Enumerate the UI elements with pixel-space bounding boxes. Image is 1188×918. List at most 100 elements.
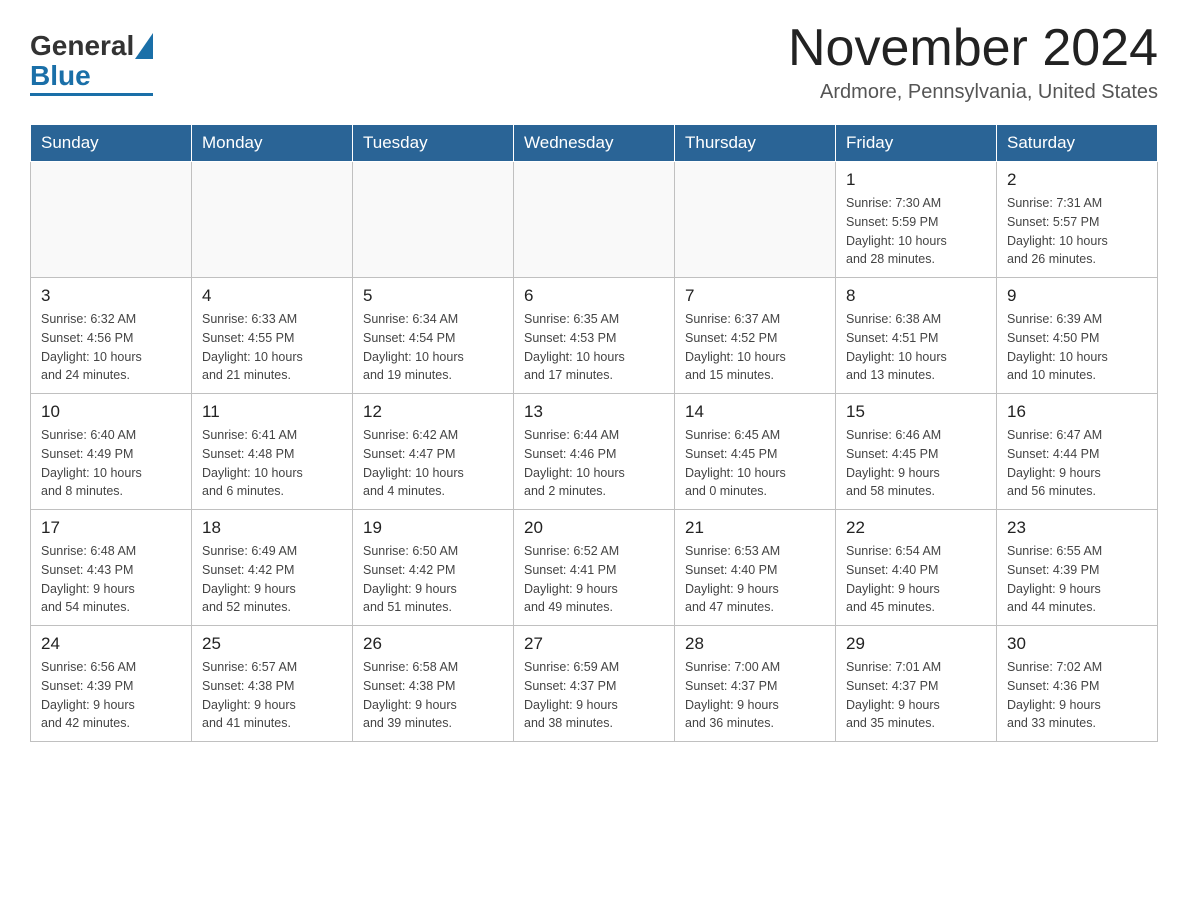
month-title: November 2024 [788,20,1158,77]
day-number: 22 [846,518,986,538]
day-number: 24 [41,634,181,654]
calendar-week-row: 3 Sunrise: 6:32 AM Sunset: 4:56 PM Daylig… [31,278,1158,394]
day-info: Sunrise: 6:39 AM Sunset: 4:50 PM Dayligh… [1007,310,1147,385]
calendar-cell: 29Sunrise: 7:01 AM Sunset: 4:37 PM Dayli… [836,626,997,742]
weekday-header-row: SundayMondayTuesdayWednesdayThursdayFrid… [31,125,1158,162]
calendar-cell: 14 Sunrise: 6:45 AM Sunset: 4:45 PM Dayli… [675,394,836,510]
day-number: 4 [202,286,342,306]
day-info: Sunrise: 6:59 AM Sunset: 4:37 PM Dayligh… [524,658,664,733]
day-info: Sunrise: 6:54 AM Sunset: 4:40 PM Dayligh… [846,542,986,617]
logo-general-text: General [30,30,134,62]
day-number: 11 [202,402,342,422]
weekday-header-tuesday: Tuesday [353,125,514,162]
day-number: 14 [685,402,825,422]
day-info: Sunrise: 6:41 AM Sunset: 4:48 PM Dayligh… [202,426,342,501]
calendar-cell: 4 Sunrise: 6:33 AM Sunset: 4:55 PM Daylig… [192,278,353,394]
calendar-cell: 22 Sunrise: 6:54 AM Sunset: 4:40 PM Dayli… [836,510,997,626]
calendar-cell: 1 Sunrise: 7:30 AM Sunset: 5:59 PM Daylig… [836,162,997,278]
day-number: 25 [202,634,342,654]
calendar-cell: 18 Sunrise: 6:49 AM Sunset: 4:42 PM Dayli… [192,510,353,626]
day-number: 23 [1007,518,1147,538]
calendar-cell [675,162,836,278]
day-number: 18 [202,518,342,538]
day-number: 7 [685,286,825,306]
day-number: 17 [41,518,181,538]
day-info: Sunrise: 6:49 AM Sunset: 4:42 PM Dayligh… [202,542,342,617]
day-info: Sunrise: 6:50 AM Sunset: 4:42 PM Dayligh… [363,542,503,617]
calendar-week-row: 10 Sunrise: 6:40 AM Sunset: 4:49 PM Dayli… [31,394,1158,510]
day-number: 15 [846,402,986,422]
calendar-cell: 25 Sunrise: 6:57 AM Sunset: 4:38 PM Dayli… [192,626,353,742]
day-info: Sunrise: 6:33 AM Sunset: 4:55 PM Dayligh… [202,310,342,385]
calendar-cell: 28 Sunrise: 7:00 AM Sunset: 4:37 PM Dayli… [675,626,836,742]
page-header: General Blue November 2024 Ardmore, Penn… [30,20,1158,104]
day-number: 2 [1007,170,1147,190]
day-number: 28 [685,634,825,654]
calendar-week-row: 1 Sunrise: 7:30 AM Sunset: 5:59 PM Daylig… [31,162,1158,278]
calendar-cell: 10 Sunrise: 6:40 AM Sunset: 4:49 PM Dayli… [31,394,192,510]
calendar-cell [192,162,353,278]
weekday-header-wednesday: Wednesday [514,125,675,162]
calendar-cell: 19 Sunrise: 6:50 AM Sunset: 4:42 PM Dayli… [353,510,514,626]
calendar-cell [514,162,675,278]
day-info: Sunrise: 6:47 AM Sunset: 4:44 PM Dayligh… [1007,426,1147,501]
day-info: Sunrise: 6:58 AM Sunset: 4:38 PM Dayligh… [363,658,503,733]
day-info: Sunrise: 6:56 AM Sunset: 4:39 PM Dayligh… [41,658,181,733]
day-number: 6 [524,286,664,306]
calendar-cell: 17 Sunrise: 6:48 AM Sunset: 4:43 PM Dayli… [31,510,192,626]
weekday-header-sunday: Sunday [31,125,192,162]
calendar-cell: 11 Sunrise: 6:41 AM Sunset: 4:48 PM Dayli… [192,394,353,510]
title-area: November 2024 Ardmore, Pennsylvania, Uni… [788,20,1158,104]
day-info: Sunrise: 6:48 AM Sunset: 4:43 PM Dayligh… [41,542,181,617]
logo-chevron-icon [135,33,153,59]
calendar-cell: 7 Sunrise: 6:37 AM Sunset: 4:52 PM Daylig… [675,278,836,394]
day-number: 20 [524,518,664,538]
calendar-cell: 6 Sunrise: 6:35 AM Sunset: 4:53 PM Daylig… [514,278,675,394]
calendar-cell: 12 Sunrise: 6:42 AM Sunset: 4:47 PM Dayli… [353,394,514,510]
calendar-cell: 24 Sunrise: 6:56 AM Sunset: 4:39 PM Dayli… [31,626,192,742]
weekday-header-thursday: Thursday [675,125,836,162]
calendar-table: SundayMondayTuesdayWednesdayThursdayFrid… [30,124,1158,742]
calendar-cell: 15Sunrise: 6:46 AM Sunset: 4:45 PM Dayli… [836,394,997,510]
day-number: 12 [363,402,503,422]
day-number: 9 [1007,286,1147,306]
weekday-header-friday: Friday [836,125,997,162]
day-info: Sunrise: 6:42 AM Sunset: 4:47 PM Dayligh… [363,426,503,501]
day-info: Sunrise: 6:52 AM Sunset: 4:41 PM Dayligh… [524,542,664,617]
day-number: 19 [363,518,503,538]
calendar-week-row: 24 Sunrise: 6:56 AM Sunset: 4:39 PM Dayli… [31,626,1158,742]
calendar-cell: 26Sunrise: 6:58 AM Sunset: 4:38 PM Dayli… [353,626,514,742]
day-number: 1 [846,170,986,190]
logo-underbar [30,93,153,96]
day-info: Sunrise: 6:34 AM Sunset: 4:54 PM Dayligh… [363,310,503,385]
day-info: Sunrise: 6:37 AM Sunset: 4:52 PM Dayligh… [685,310,825,385]
calendar-cell: 3 Sunrise: 6:32 AM Sunset: 4:56 PM Daylig… [31,278,192,394]
day-info: Sunrise: 6:57 AM Sunset: 4:38 PM Dayligh… [202,658,342,733]
weekday-header-monday: Monday [192,125,353,162]
day-number: 5 [363,286,503,306]
day-info: Sunrise: 7:00 AM Sunset: 4:37 PM Dayligh… [685,658,825,733]
calendar-cell: 9 Sunrise: 6:39 AM Sunset: 4:50 PM Daylig… [997,278,1158,394]
day-number: 13 [524,402,664,422]
day-number: 3 [41,286,181,306]
day-number: 16 [1007,402,1147,422]
calendar-cell: 27Sunrise: 6:59 AM Sunset: 4:37 PM Dayli… [514,626,675,742]
location-subtitle: Ardmore, Pennsylvania, United States [788,81,1158,104]
day-number: 10 [41,402,181,422]
day-info: Sunrise: 6:53 AM Sunset: 4:40 PM Dayligh… [685,542,825,617]
day-info: Sunrise: 7:31 AM Sunset: 5:57 PM Dayligh… [1007,194,1147,269]
day-info: Sunrise: 6:40 AM Sunset: 4:49 PM Dayligh… [41,426,181,501]
day-info: Sunrise: 7:30 AM Sunset: 5:59 PM Dayligh… [846,194,986,269]
day-info: Sunrise: 6:32 AM Sunset: 4:56 PM Dayligh… [41,310,181,385]
calendar-cell: 16 Sunrise: 6:47 AM Sunset: 4:44 PM Dayli… [997,394,1158,510]
day-info: Sunrise: 7:02 AM Sunset: 4:36 PM Dayligh… [1007,658,1147,733]
day-info: Sunrise: 6:35 AM Sunset: 4:53 PM Dayligh… [524,310,664,385]
calendar-cell: 13Sunrise: 6:44 AM Sunset: 4:46 PM Dayli… [514,394,675,510]
calendar-cell: 20 Sunrise: 6:52 AM Sunset: 4:41 PM Dayli… [514,510,675,626]
calendar-cell [353,162,514,278]
calendar-cell: 2 Sunrise: 7:31 AM Sunset: 5:57 PM Daylig… [997,162,1158,278]
day-info: Sunrise: 6:38 AM Sunset: 4:51 PM Dayligh… [846,310,986,385]
calendar-cell: 30Sunrise: 7:02 AM Sunset: 4:36 PM Dayli… [997,626,1158,742]
day-info: Sunrise: 6:45 AM Sunset: 4:45 PM Dayligh… [685,426,825,501]
calendar-cell [31,162,192,278]
